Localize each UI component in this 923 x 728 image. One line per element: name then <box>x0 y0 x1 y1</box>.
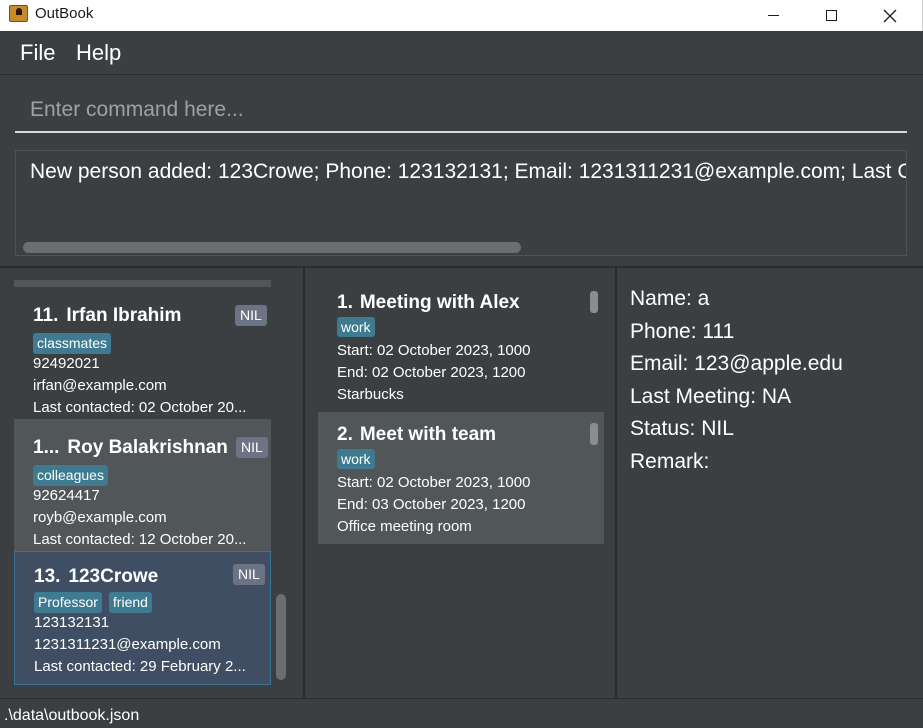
person-phone: 123132131 <box>34 614 110 631</box>
tag: Professor <box>34 592 102 613</box>
meeting-card-scrollbar[interactable] <box>590 291 598 313</box>
tag: colleagues <box>33 465 108 486</box>
result-text: New person added: 123Crowe; Phone: 12313… <box>30 160 906 183</box>
maximize-button[interactable] <box>801 0 861 31</box>
detail-last-meeting: Last Meeting: NA <box>630 384 792 408</box>
person-name: 13. 123Crowe <box>34 566 159 587</box>
menu-bar: File Help <box>0 31 923 75</box>
tag: friend <box>108 592 152 613</box>
command-input[interactable] <box>15 88 907 131</box>
result-horizontal-scrollbar[interactable] <box>23 242 521 253</box>
meeting-title: 2. Meet with team <box>337 424 497 445</box>
panel-divider <box>303 268 305 698</box>
data-file-path: .\data\outbook.json <box>4 707 140 724</box>
app-icon <box>9 5 28 22</box>
person-phone: 92624417 <box>33 487 100 504</box>
status-badge: NIL <box>236 437 268 458</box>
meeting-title: 1. Meeting with Alex <box>337 292 520 313</box>
menu-help[interactable]: Help <box>76 40 121 66</box>
person-list: 11. Irfan Ibrahim NIL classmates 92492021… <box>14 280 290 686</box>
maximize-icon <box>825 10 837 21</box>
meeting-end: End: 02 October 2023, 1200 <box>337 364 526 381</box>
person-card-selected[interactable]: 13. 123Crowe NIL Professor friend 1231321… <box>14 551 271 685</box>
minimize-button[interactable] <box>743 0 803 31</box>
tag-list: classmates <box>33 333 112 354</box>
detail-phone: Phone: 111 <box>630 319 735 343</box>
tag: work <box>337 449 375 469</box>
meeting-card[interactable]: 1. Meeting with Alex work Start: 02 Octob… <box>318 280 604 412</box>
tag-list: colleagues <box>33 465 108 486</box>
person-last-contacted: Last contacted: 12 October 20... <box>33 531 247 548</box>
person-last-contacted: Last contacted: 02 October 20... <box>33 399 247 416</box>
meeting-location: Office meeting room <box>337 518 472 535</box>
person-name: 1... Roy Balakrishnan <box>33 437 228 458</box>
command-box <box>15 88 907 133</box>
panel-divider <box>0 266 923 268</box>
result-display: New person added: 123Crowe; Phone: 12313… <box>15 150 907 256</box>
tag-list: work <box>337 317 375 337</box>
detail-remark: Remark: <box>630 449 710 473</box>
person-name: 11. Irfan Ibrahim <box>33 305 182 326</box>
detail-name: Name: a <box>630 287 710 310</box>
tag-list: work <box>337 449 375 469</box>
person-email: 1231311231@example.com <box>34 636 221 653</box>
close-icon <box>883 9 897 22</box>
meeting-start: Start: 02 October 2023, 1000 <box>337 474 531 491</box>
tag: classmates <box>33 333 112 354</box>
person-card-partial <box>14 280 271 287</box>
status-bar: .\data\outbook.json <box>0 698 923 728</box>
meeting-card-scrollbar[interactable] <box>590 423 598 445</box>
status-badge: NIL <box>233 564 265 585</box>
person-last-contacted: Last contacted: 29 February 2... <box>34 658 246 675</box>
tag: work <box>337 317 375 337</box>
meeting-location: Starbucks <box>337 386 404 403</box>
meeting-list: 1. Meeting with Alex work Start: 02 Octob… <box>318 280 604 544</box>
person-detail-panel: Name: a Phone: 111 Email: 123@apple.edu … <box>630 283 910 478</box>
menu-file[interactable]: File <box>20 40 55 66</box>
tag-list: Professor friend <box>34 592 152 613</box>
person-email: royb@example.com <box>33 509 167 526</box>
status-badge: NIL <box>235 305 267 326</box>
person-card[interactable]: 1... Roy Balakrishnan NIL colleagues 9262… <box>14 419 271 551</box>
window-title: OutBook <box>35 5 94 22</box>
meeting-card[interactable]: 2. Meet with team work Start: 02 October … <box>318 412 604 544</box>
panel-divider <box>615 268 617 698</box>
meeting-end: End: 03 October 2023, 1200 <box>337 496 526 513</box>
title-bar: OutBook <box>0 0 923 31</box>
detail-email: Email: 123@apple.edu <box>630 352 843 375</box>
person-email: irfan@example.com <box>33 377 167 394</box>
close-button[interactable] <box>860 0 920 31</box>
person-list-scrollbar[interactable] <box>276 594 286 680</box>
meeting-start: Start: 02 October 2023, 1000 <box>337 342 531 359</box>
minimize-icon <box>767 15 779 16</box>
outbook-window: OutBook File Help New person added: 123C… <box>0 0 923 728</box>
detail-status: Status: NIL <box>630 417 734 440</box>
person-card[interactable]: 11. Irfan Ibrahim NIL classmates 92492021… <box>14 287 271 419</box>
person-phone: 92492021 <box>33 355 100 372</box>
